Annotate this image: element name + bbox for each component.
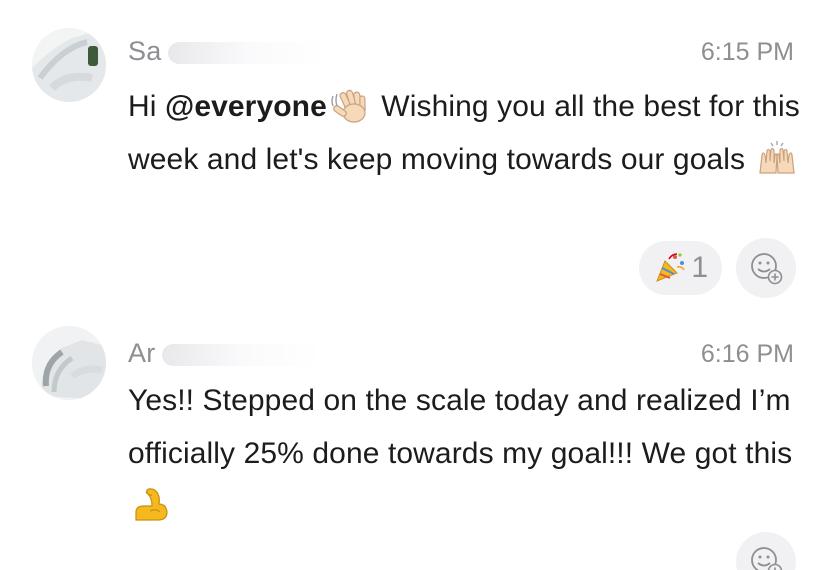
sender-name[interactable]: Sa (128, 36, 328, 67)
redacted-name (167, 41, 328, 64)
message-feed: Sa 6:15 PM Hi @everyone Wishing you all … (0, 0, 828, 570)
avatar[interactable] (32, 28, 106, 102)
message-text: Yes!! Stepped on the scale today and rea… (128, 374, 808, 533)
add-reaction-button[interactable] (736, 532, 796, 570)
waving-hand-icon (329, 86, 371, 124)
avatar[interactable] (32, 326, 106, 400)
raised-hands-icon (756, 139, 798, 177)
message-text: Hi @everyone Wishing you all the best fo… (128, 80, 808, 186)
sender-name[interactable]: Ar (128, 338, 322, 369)
message-item: Ar 6:16 PM Yes!! Stepped on the scale to… (0, 310, 828, 570)
message-item: Sa 6:15 PM Hi @everyone Wishing you all … (0, 0, 828, 310)
reaction-count: 1 (691, 251, 708, 284)
sender-name-text: Sa (128, 36, 162, 66)
reaction-bar (736, 532, 796, 570)
add-reaction-icon (751, 253, 783, 285)
party-popper-icon (653, 251, 687, 285)
timestamp: 6:16 PM (700, 340, 794, 368)
add-reaction-icon (751, 547, 783, 570)
reaction-party-popper[interactable]: 1 (639, 241, 722, 295)
redacted-name (161, 343, 322, 366)
add-reaction-button[interactable] (736, 238, 796, 298)
timestamp: 6:15 PM (700, 38, 794, 66)
mention[interactable]: @everyone (165, 90, 327, 123)
sender-name-text: Ar (128, 338, 156, 368)
reaction-bar: 1 (639, 238, 796, 298)
flexed-biceps-icon (130, 486, 172, 524)
